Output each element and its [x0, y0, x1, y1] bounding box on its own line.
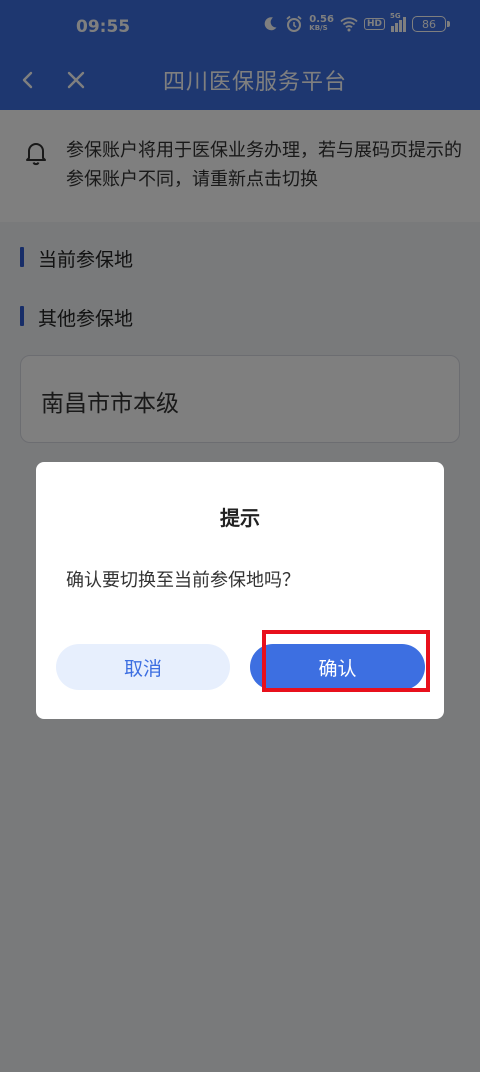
cancel-button[interactable]: 取消: [56, 644, 230, 690]
highlight-box: [262, 630, 430, 692]
dialog-message: 确认要切换至当前参保地吗？: [66, 570, 300, 591]
dialog-title: 提示: [220, 506, 260, 530]
